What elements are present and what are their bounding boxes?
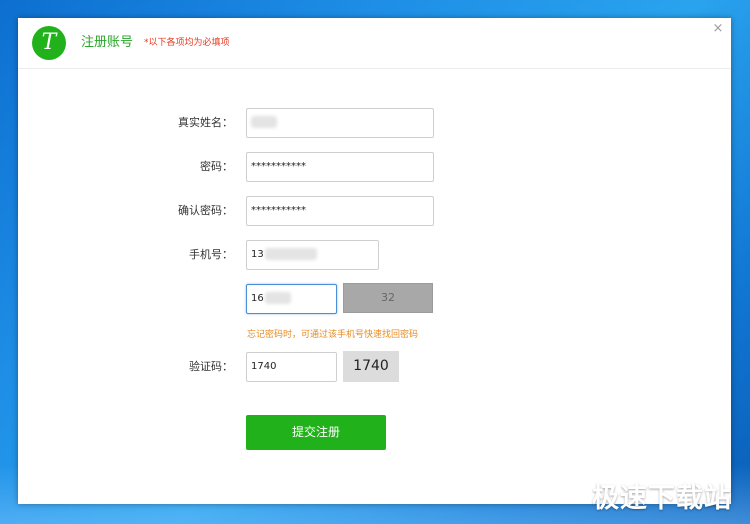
password-input[interactable]: ***********: [246, 152, 434, 182]
phone-input[interactable]: 13: [246, 240, 379, 270]
confirm-password-label: 确认密码：: [178, 204, 233, 217]
get-code-button[interactable]: 32: [343, 283, 433, 313]
dialog-title: 注册账号: [81, 35, 134, 50]
phone-label: 手机号：: [189, 248, 233, 261]
submit-register-button[interactable]: 提交注册: [246, 415, 386, 450]
sms-code-input[interactable]: 16: [246, 284, 337, 314]
required-note: *以下各项均为必填项: [144, 38, 230, 48]
dialog-header: T 注册账号 *以下各项均为必填项 ×: [18, 18, 731, 69]
password-recovery-hint: 忘记密码时，可通过该手机号快速找回密码: [247, 330, 419, 340]
sms-code-value: 16: [251, 293, 264, 304]
blurred-phone: [264, 248, 317, 260]
captcha-input[interactable]: 1740: [246, 352, 337, 382]
real-name-label: 真实姓名：: [178, 116, 233, 129]
register-dialog: T 注册账号 *以下各项均为必填项 × 真实姓名： 密码： **********…: [18, 18, 731, 504]
password-label: 密码：: [200, 160, 233, 173]
confirm-password-input[interactable]: ***********: [246, 196, 434, 226]
real-name-input[interactable]: [246, 108, 434, 138]
blurred-sms-code: [264, 292, 291, 304]
logo-icon: T: [32, 26, 66, 60]
site-watermark: 极速下载站: [592, 483, 732, 514]
phone-value: 13: [251, 249, 264, 260]
blurred-name: [251, 116, 277, 128]
captcha-label: 验证码：: [189, 360, 233, 373]
close-icon[interactable]: ×: [711, 22, 725, 36]
captcha-image[interactable]: 1740: [343, 351, 399, 382]
logo-letter: T: [41, 30, 57, 55]
